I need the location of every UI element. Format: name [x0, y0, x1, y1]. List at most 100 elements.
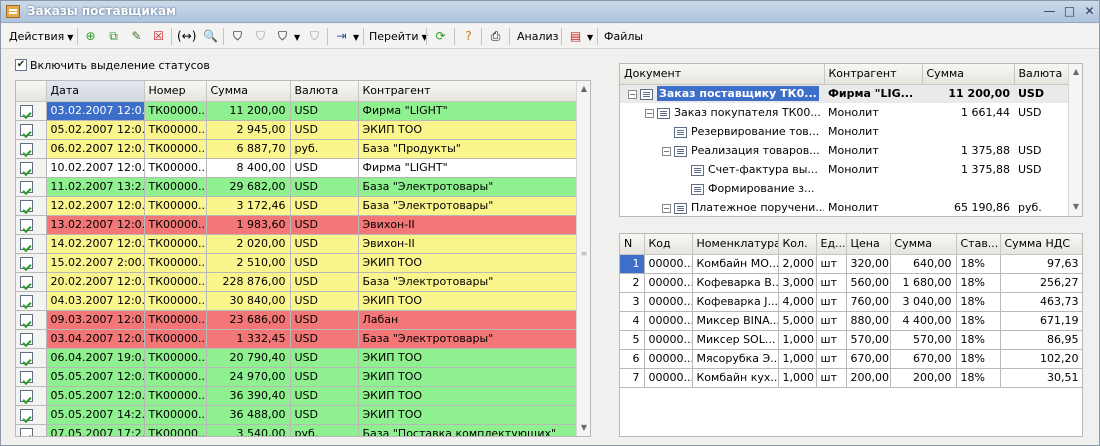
items-col-header[interactable]: N — [620, 234, 645, 255]
items-col-header[interactable]: Кол. — [778, 234, 817, 255]
orders-row[interactable]: 13.02.2007 12:0... ТК00000... 1 983,60 USD Э… — [16, 215, 577, 235]
tree-row[interactable]: − Реализация товаров... Монолит 1 375,88 USD — [620, 141, 1068, 160]
tree-row[interactable]: − Заказ поставщику ТК0... Фирма "LIG... 11 … — [620, 84, 1068, 103]
collapse-toggle-icon[interactable]: − — [628, 89, 637, 99]
orders-row[interactable]: 06.02.2007 12:0... ТК00000... 6 887,70 руб.… — [16, 139, 577, 159]
orders-col-header[interactable] — [16, 81, 47, 102]
help-icon[interactable]: ? — [460, 28, 477, 45]
status-highlight-checkbox[interactable]: ✔ Включить выделение статусов — [15, 58, 210, 72]
close-button[interactable]: ✕ — [1081, 4, 1098, 19]
items-row[interactable]: 2 00000... Кофеварка В... 3,000 шт 560,00 1 68… — [620, 273, 1082, 293]
orders-row[interactable]: 05.05.2007 12:0... ТК00000... 24 970,00 USD… — [16, 367, 577, 387]
items-row[interactable]: 1 00000... Комбайн МО... 2,000 шт 320,00 640,0… — [620, 254, 1082, 274]
checkbox-check-icon[interactable]: ✔ — [15, 59, 27, 71]
date-cell: 15.02.2007 2:00... — [46, 253, 145, 273]
scroll-thumb[interactable]: ≡ — [577, 249, 590, 258]
items-row[interactable]: 4 00000... Миксер BINA... 5,000 шт 880,00 4 40… — [620, 311, 1082, 331]
tree-col-header[interactable]: Сумма — [922, 64, 1015, 85]
items-col-header[interactable]: Сумма — [890, 234, 957, 255]
actions-menu-button[interactable]: Действия ▼ — [9, 27, 73, 46]
orders-row[interactable]: 09.03.2007 12:0... ТК00000... 23 686,00 USD… — [16, 310, 577, 330]
tree-row[interactable]: − Платежное поручени... Монолит 65 190,86 ру… — [620, 198, 1068, 216]
orders-row[interactable]: 05.05.2007 12:0... ТК00000... 36 390,40 USD… — [16, 386, 577, 406]
delete-icon[interactable]: ☒ — [150, 28, 167, 45]
items-col-header[interactable]: Цена — [846, 234, 891, 255]
tree-row[interactable]: Счет-фактура вы... Монолит 1 375,88 USD — [620, 160, 1068, 179]
clear-filter-icon[interactable]: ⛉ — [306, 28, 323, 45]
scroll-up-icon[interactable]: ▲ — [577, 84, 590, 93]
orders-scrollbar[interactable]: ▲ ≡ ▼ — [576, 81, 590, 436]
currency-cell: USD — [290, 367, 359, 387]
toolbar-separator — [426, 28, 427, 45]
orders-row[interactable]: 03.04.2007 12:0... ТК00000... 1 332,45 USD Б… — [16, 329, 577, 349]
maximize-button[interactable]: □ — [1061, 4, 1078, 19]
add-icon[interactable]: ⊕ — [82, 28, 99, 45]
orders-row[interactable]: 06.04.2007 19:0... ТК00000... 20 790,40 USD… — [16, 348, 577, 368]
tree-col-header[interactable]: Документ — [620, 64, 825, 85]
collapse-toggle-icon[interactable]: − — [662, 203, 671, 213]
edit-icon[interactable]: ✎ — [128, 28, 145, 45]
items-col-header[interactable]: Сумма НДС — [1000, 234, 1082, 255]
print-icon[interactable]: ⎙ — [487, 28, 504, 45]
goto-menu-button[interactable]: Перейти ▼ — [369, 27, 428, 46]
items-row[interactable]: 3 00000... Кофеварка J... 4,000 шт 760,00 3 04… — [620, 292, 1082, 312]
orders-col-header[interactable]: Сумма — [206, 81, 291, 102]
structure-icon[interactable]: ⇥ — [333, 28, 350, 45]
dropdown-arrow-icon[interactable]: ▼ — [291, 27, 300, 46]
files-button[interactable]: Файлы — [604, 27, 643, 46]
items-row[interactable]: 6 00000... Мясорубка Э... 1,000 шт 670,00 670,… — [620, 349, 1082, 369]
dropdown-arrow-icon[interactable]: ▼ — [584, 27, 593, 46]
tree-col-header[interactable]: Валюта — [1014, 64, 1069, 85]
orders-row[interactable]: 11.02.2007 13:2... ТК00000... 29 682,00 USD… — [16, 177, 577, 197]
orders-row[interactable]: 05.02.2007 12:0... ТК00000... 2 945,00 USD Э… — [16, 120, 577, 140]
tree-currency-cell: USD — [1018, 144, 1042, 157]
orders-row[interactable]: 14.02.2007 12:0... ТК00000... 2 020,00 USD Э… — [16, 234, 577, 254]
copy-icon[interactable]: ⧉ — [105, 28, 122, 45]
tree-scrollbar[interactable]: ▲ ▼ — [1068, 64, 1082, 216]
refresh-icon[interactable]: ⟳ — [432, 28, 449, 45]
items-col-header[interactable]: Номенклатура — [692, 234, 779, 255]
orders-col-header[interactable]: Дата — [46, 81, 145, 102]
orders-row[interactable]: 10.02.2007 12:0... ТК00000... 8 400,00 USD Ф… — [16, 158, 577, 178]
find-icon[interactable]: 🔍 — [202, 28, 219, 45]
orders-row[interactable]: 03.02.2007 12:0... ТК00000... 11 200,00 USD… — [16, 101, 577, 121]
orders-row[interactable]: 07.05.2007 17:2... ТК00000... 3 540,00 руб.… — [16, 424, 577, 436]
collapse-toggle-icon[interactable]: − — [645, 108, 654, 118]
vat-rate-cell: 18% — [956, 349, 1001, 369]
dropdown-arrow-icon[interactable]: ▼ — [350, 27, 359, 46]
orders-row[interactable]: 12.02.2007 12:0... ТК00000... 3 172,46 USD Б… — [16, 196, 577, 216]
filter-icon[interactable]: ⛉ — [229, 28, 246, 45]
items-row[interactable]: 5 00000... Миксер SOL... 1,000 шт 570,00 570,0… — [620, 330, 1082, 350]
orders-col-header[interactable]: Валюта — [290, 81, 359, 102]
items-col-header[interactable]: Став... — [956, 234, 1001, 255]
scroll-up-icon[interactable]: ▲ — [1069, 67, 1082, 76]
tree-row[interactable]: Резервирование тов... Монолит — [620, 122, 1068, 141]
items-row[interactable]: 7 00000... Комбайн кух... 1,000 шт 200,00 200,… — [620, 368, 1082, 388]
orders-row[interactable]: 15.02.2007 2:00... ТК00000... 2 510,00 USD Э… — [16, 253, 577, 273]
filter-list-icon[interactable]: ⛉ — [274, 28, 291, 45]
interval-icon[interactable]: (↔) — [177, 28, 196, 45]
orders-row[interactable]: 05.05.2007 14:2... ТК00000... 36 488,00 USD… — [16, 405, 577, 425]
report-icon[interactable]: ▤ — [567, 28, 584, 45]
orders-col-header[interactable]: Контрагент — [358, 81, 577, 102]
tree-row[interactable]: − Заказ покупателя ТК00... Монолит 1 661,44… — [620, 103, 1068, 122]
tree-row[interactable]: Формирование з... — [620, 179, 1068, 198]
minimize-button[interactable]: — — [1041, 4, 1058, 19]
scroll-down-icon[interactable]: ▼ — [1069, 202, 1082, 211]
date-cell: 09.03.2007 12:0... — [46, 310, 145, 330]
posted-document-icon — [20, 371, 33, 383]
orders-col-header[interactable]: Номер — [144, 81, 207, 102]
orders-row[interactable]: 04.03.2007 12:0... ТК00000... 30 840,00 USD… — [16, 291, 577, 311]
tree-col-header[interactable]: Контрагент — [824, 64, 923, 85]
collapse-toggle-icon[interactable]: − — [662, 146, 671, 156]
tree-document-label: Заказ поставщику ТК0... — [657, 86, 819, 102]
tree-counterparty-cell: Фирма "LIG... — [824, 84, 922, 103]
items-col-header[interactable]: Ед... — [816, 234, 847, 255]
tree-currency-cell: руб. — [1018, 201, 1042, 214]
orders-row[interactable]: 20.02.2007 12:0... ТК00000... 228 876,00 US… — [16, 272, 577, 292]
analysis-button[interactable]: Анализ — [517, 27, 559, 46]
filter-off-icon[interactable]: ⛉ — [252, 28, 269, 45]
date-cell: 06.02.2007 12:0... — [46, 139, 145, 159]
items-col-header[interactable]: Код — [644, 234, 693, 255]
scroll-down-icon[interactable]: ▼ — [577, 423, 590, 432]
